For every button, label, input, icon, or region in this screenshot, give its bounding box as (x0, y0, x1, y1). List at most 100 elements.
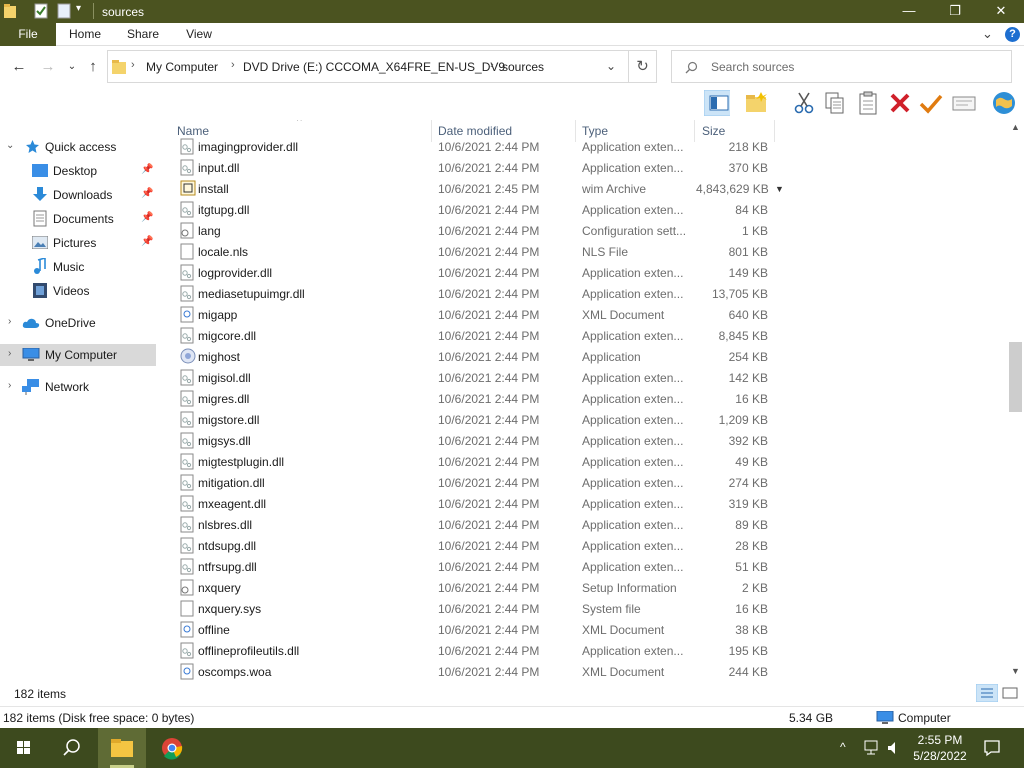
breadcrumb-sources[interactable]: sources (502, 60, 544, 74)
file-row[interactable]: migtestplugin.dll 10/6/2021 2:44 PM Applic… (176, 451, 776, 472)
file-row[interactable]: migcore.dll 10/6/2021 2:44 PM Application … (176, 325, 776, 346)
tab-view[interactable]: View (176, 23, 222, 46)
file-row[interactable]: migsys.dll 10/6/2021 2:44 PM Application e… (176, 430, 776, 451)
breadcrumb-separator[interactable]: › (131, 59, 135, 71)
file-row[interactable]: nxquery.sys 10/6/2021 2:44 PM System file 1… (176, 598, 776, 619)
file-row[interactable]: imagingprovider.dll 10/6/2021 2:44 PM Appl… (176, 136, 776, 157)
recent-locations-button[interactable]: ⌄ (62, 57, 82, 77)
file-row[interactable]: nxquery 10/6/2021 2:44 PM Setup Informatio… (176, 577, 776, 598)
nav-network[interactable]: › Network (0, 376, 156, 398)
refresh-button[interactable]: ↻ (629, 50, 657, 83)
file-row[interactable]: ntdsupg.dll 10/6/2021 2:44 PM Application … (176, 535, 776, 556)
ribbon-expand-icon[interactable]: ⌄ (982, 26, 993, 42)
pin-icon[interactable]: 📌 (141, 188, 153, 199)
preview-pane-icon[interactable] (704, 90, 730, 116)
up-button[interactable]: ↑ (83, 57, 103, 77)
forward-button[interactable]: → (38, 57, 58, 77)
nav-item-pictures[interactable]: Pictures 📌 (0, 232, 156, 254)
file-row[interactable]: mediasetupuimgr.dll 10/6/2021 2:44 PM Appl… (176, 283, 776, 304)
tab-file[interactable]: File (0, 23, 56, 46)
file-row[interactable]: migisol.dll 10/6/2021 2:44 PM Application … (176, 367, 776, 388)
breadcrumb-my-computer[interactable]: My Computer (146, 60, 218, 74)
file-row[interactable]: nlsbres.dll 10/6/2021 2:44 PM Application … (176, 514, 776, 535)
file-name: locale.nls (198, 245, 249, 259)
file-row[interactable]: input.dll 10/6/2021 2:44 PM Application ex… (176, 157, 776, 178)
file-row[interactable]: ntfrsupg.dll 10/6/2021 2:44 PM Application… (176, 556, 776, 577)
clock[interactable]: 2:55 PM 5/28/2022 (905, 732, 975, 764)
pin-icon[interactable]: 📌 (141, 236, 153, 247)
nav-onedrive[interactable]: › OneDrive (0, 312, 156, 334)
nav-item-desktop[interactable]: Desktop 📌 (0, 160, 156, 182)
paste-icon[interactable] (855, 90, 881, 116)
delete-icon[interactable] (887, 90, 913, 116)
file-row[interactable]: mxeagent.dll 10/6/2021 2:44 PM Application… (176, 493, 776, 514)
file-row[interactable]: oscomps.woa 10/6/2021 2:44 PM XML Document… (176, 661, 776, 680)
scrollbar-thumb[interactable] (1009, 342, 1022, 412)
file-row[interactable]: migapp 10/6/2021 2:44 PM XML Document 640 K… (176, 304, 776, 325)
nav-quick-access[interactable]: ⌄ Quick access (0, 136, 156, 158)
file-row[interactable]: itgtupg.dll 10/6/2021 2:44 PM Application … (176, 199, 776, 220)
cut-icon[interactable] (791, 90, 817, 116)
network-status-icon[interactable] (862, 740, 880, 756)
notification-icon[interactable] (983, 739, 1001, 757)
pin-icon[interactable]: 📌 (141, 212, 153, 223)
address-bar[interactable]: › My Computer › DVD Drive (E:) CCCOMA_X6… (107, 50, 629, 83)
nav-item-downloads[interactable]: Downloads 📌 (0, 184, 156, 206)
file-xml-icon (180, 663, 194, 680)
tab-share[interactable]: Share (120, 23, 166, 46)
tab-home[interactable]: Home (62, 23, 108, 46)
properties-icon[interactable] (34, 3, 48, 19)
nav-item-videos[interactable]: Videos (0, 280, 156, 302)
file-date-modified: 10/6/2021 2:44 PM (438, 413, 540, 427)
vertical-scrollbar[interactable]: ▲ ▼ (1007, 120, 1024, 680)
details-view-icon[interactable] (976, 684, 998, 702)
file-row[interactable]: offline 10/6/2021 2:44 PM XML Document 38 K… (176, 619, 776, 640)
quick-access-customize-icon[interactable]: ▾ (76, 3, 81, 19)
properties-card-icon[interactable] (951, 90, 977, 116)
nav-item-music[interactable]: Music (0, 256, 156, 278)
minimize-button[interactable]: — (886, 0, 932, 23)
search-icon[interactable] (48, 728, 96, 768)
file-row[interactable]: offlineprofileutils.dll 10/6/2021 2:44 PM… (176, 640, 776, 661)
file-row[interactable]: migres.dll 10/6/2021 2:44 PM Application e… (176, 388, 776, 409)
nav-my-computer[interactable]: › My Computer (0, 344, 156, 366)
file-explorer-taskbar-icon[interactable] (98, 728, 146, 768)
scroll-down-icon[interactable]: ▼ (1011, 666, 1020, 676)
copy-icon[interactable] (822, 90, 848, 116)
chevron-right-icon[interactable]: › (8, 380, 11, 391)
file-date-modified: 10/6/2021 2:44 PM (438, 329, 540, 343)
globe-icon[interactable] (990, 90, 1016, 116)
pin-icon[interactable]: 📌 (141, 164, 153, 175)
breadcrumb-separator[interactable]: › (490, 59, 494, 71)
start-windows-icon[interactable] (0, 728, 48, 768)
file-dll-icon (180, 138, 194, 155)
search-box[interactable]: Search sources (671, 50, 1012, 83)
new-folder-icon[interactable] (57, 3, 71, 19)
file-row[interactable]: install 10/6/2021 2:45 PM wim Archive 4,843… (176, 178, 776, 199)
back-button[interactable]: ← (9, 57, 29, 77)
chevron-right-icon[interactable]: › (8, 316, 11, 327)
volume-icon[interactable] (886, 740, 902, 756)
large-icons-view-icon[interactable] (1001, 685, 1019, 701)
search-input[interactable]: Search sources (711, 60, 794, 74)
address-dropdown-icon[interactable]: ⌄ (606, 59, 616, 73)
file-row[interactable]: logprovider.dll 10/6/2021 2:44 PM Applicat… (176, 262, 776, 283)
new-folder-icon[interactable] (744, 90, 770, 116)
show-hidden-icons-icon[interactable]: ^ (840, 740, 846, 754)
maximize-button[interactable]: ❐ (932, 0, 978, 23)
file-row[interactable]: mighost 10/6/2021 2:44 PM Application 254 K… (176, 346, 776, 367)
breadcrumb-dvd-drive[interactable]: DVD Drive (E:) CCCOMA_X64FRE_EN-US_DV9 (243, 60, 505, 74)
breadcrumb-separator[interactable]: › (231, 59, 235, 71)
chevron-down-icon[interactable]: ⌄ (6, 140, 14, 151)
nav-item-documents[interactable]: Documents 📌 (0, 208, 156, 230)
file-row[interactable]: migstore.dll 10/6/2021 2:44 PM Application… (176, 409, 776, 430)
close-button[interactable]: ✕ (978, 0, 1024, 23)
chevron-right-icon[interactable]: › (8, 348, 11, 359)
rename-check-icon[interactable] (918, 90, 944, 116)
chrome-icon[interactable] (148, 728, 196, 768)
file-row[interactable]: lang 10/6/2021 2:44 PM Configuration sett.… (176, 220, 776, 241)
help-icon[interactable]: ? (1005, 27, 1020, 42)
file-row[interactable]: mitigation.dll 10/6/2021 2:44 PM Applicati… (176, 472, 776, 493)
file-row[interactable]: locale.nls 10/6/2021 2:44 PM NLS File 801 K… (176, 241, 776, 262)
scroll-up-icon[interactable]: ▲ (1011, 122, 1020, 132)
